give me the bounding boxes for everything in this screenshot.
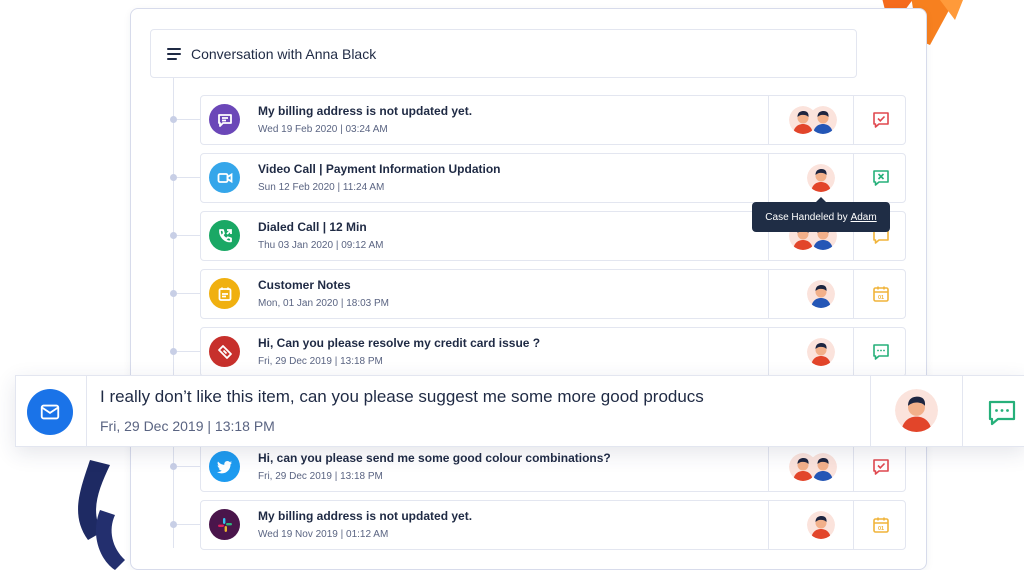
avatar-group	[807, 164, 835, 192]
case-tooltip: Case Handeled by Adam	[752, 197, 890, 232]
item-date: Wed 19 Nov 2019 | 01:12 AM	[258, 529, 389, 540]
avatar[interactable]	[807, 511, 835, 539]
phone-icon	[209, 220, 240, 251]
item-title: Video Call | Payment Information Updatio…	[258, 162, 501, 176]
item-title: Dialed Call | 12 Min	[258, 220, 367, 234]
video-icon	[209, 162, 240, 193]
avatar-group	[807, 280, 835, 308]
timeline-dot	[170, 463, 177, 470]
timeline-item[interactable]: Customer Notes Mon, 01 Jan 2020 | 18:03 P…	[200, 269, 906, 319]
divider	[962, 376, 963, 446]
item-date: Fri, 29 Dec 2019 | 13:18 PM	[258, 471, 383, 482]
divider	[768, 96, 769, 144]
divider	[768, 328, 769, 376]
divider	[768, 270, 769, 318]
avatar[interactable]	[807, 280, 835, 308]
timeline-dot	[170, 174, 177, 181]
timeline-item[interactable]: My billing address is not updated yet. We…	[200, 500, 906, 550]
item-title: Hi, can you please send me some good col…	[258, 451, 611, 465]
featured-date: Fri, 29 Dec 2019 | 13:18 PM	[100, 418, 275, 434]
svg-text:01: 01	[878, 295, 884, 301]
timeline-dot	[170, 348, 177, 355]
menu-icon[interactable]	[167, 47, 181, 60]
avatar[interactable]	[809, 106, 837, 134]
calendar-icon[interactable]: 01	[869, 282, 893, 306]
timeline-connector	[177, 524, 201, 525]
featured-conversation-item[interactable]: I really don’t like this item, can you p…	[15, 375, 1024, 447]
divider	[768, 501, 769, 549]
timeline-connector	[177, 119, 201, 120]
divider	[870, 376, 871, 446]
item-date: Wed 19 Feb 2020 | 03:24 AM	[258, 124, 388, 135]
calendar-icon[interactable]: 01	[869, 513, 893, 537]
svg-text:01: 01	[878, 526, 884, 532]
divider	[86, 376, 87, 446]
timeline-item[interactable]: Hi, Can you please resolve my credit car…	[200, 327, 906, 377]
divider	[853, 154, 854, 202]
timeline-item[interactable]: My billing address is not updated yet. We…	[200, 95, 906, 145]
chat-dots-icon[interactable]	[869, 340, 893, 364]
divider	[853, 443, 854, 491]
timeline-dot	[170, 521, 177, 528]
timeline-connector	[177, 293, 201, 294]
avatar-group	[807, 511, 835, 539]
check-icon[interactable]	[869, 455, 893, 479]
tooltip-text: Case Handeled by	[765, 211, 848, 223]
mail-icon	[27, 389, 73, 435]
item-date: Sun 12 Feb 2020 | 11:24 AM	[258, 182, 385, 193]
item-date: Fri, 29 Dec 2019 | 13:18 PM	[258, 356, 383, 367]
avatar-group	[789, 453, 837, 481]
timeline-dot	[170, 290, 177, 297]
twitter-icon	[209, 451, 240, 482]
x-icon[interactable]	[869, 166, 893, 190]
tooltip-agent-link[interactable]: Adam	[851, 212, 877, 223]
avatar-group	[807, 338, 835, 366]
item-title: My billing address is not updated yet.	[258, 104, 473, 118]
avatar-group	[789, 106, 837, 134]
item-date: Mon, 01 Jan 2020 | 18:03 PM	[258, 298, 390, 309]
avatar[interactable]	[807, 338, 835, 366]
divider	[853, 501, 854, 549]
notes-icon	[209, 278, 240, 309]
slack-icon	[209, 509, 240, 540]
item-title: Customer Notes	[258, 278, 351, 292]
timeline-item[interactable]: Video Call | Payment Information Updatio…	[200, 153, 906, 203]
avatar[interactable]	[809, 453, 837, 481]
timeline-connector	[177, 177, 201, 178]
divider	[768, 154, 769, 202]
timeline-connector	[177, 351, 201, 352]
timeline-line	[173, 78, 174, 548]
item-date: Thu 03 Jan 2020 | 09:12 AM	[258, 240, 384, 251]
item-title: Hi, Can you please resolve my credit car…	[258, 336, 541, 350]
conversation-title: Conversation with Anna Black	[191, 45, 377, 62]
check-icon[interactable]	[869, 108, 893, 132]
timeline-connector	[177, 235, 201, 236]
avatar[interactable]	[807, 164, 835, 192]
item-title: My billing address is not updated yet.	[258, 509, 473, 523]
timeline-item[interactable]: Hi, can you please send me some good col…	[200, 442, 906, 492]
divider	[853, 328, 854, 376]
divider	[853, 270, 854, 318]
avatar	[895, 389, 938, 432]
ticket-icon	[209, 336, 240, 367]
timeline-dot	[170, 232, 177, 239]
divider	[768, 443, 769, 491]
featured-message: I really don’t like this item, can you p…	[100, 387, 704, 406]
conversation-header: Conversation with Anna Black	[150, 29, 857, 78]
timeline-dot	[170, 116, 177, 123]
chat-dots-icon[interactable]	[986, 396, 1018, 428]
chat-icon	[209, 104, 240, 135]
timeline-connector	[177, 466, 201, 467]
divider	[853, 96, 854, 144]
